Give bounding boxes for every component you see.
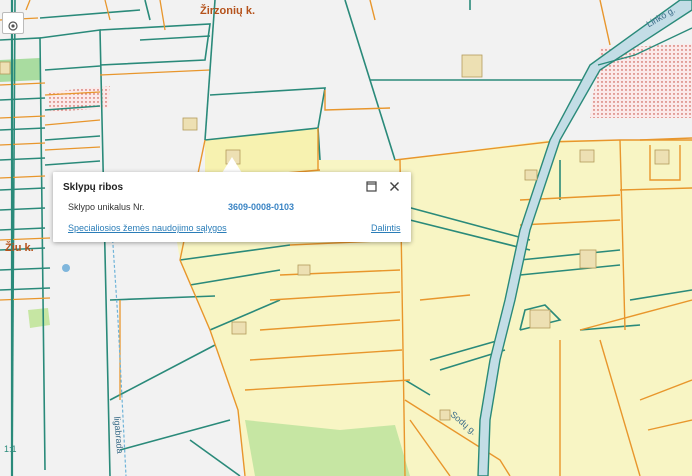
close-icon[interactable]: [387, 179, 401, 193]
locate-icon: [8, 18, 18, 31]
street-label-top: Žirzonių k.: [200, 5, 255, 17]
parcel-info-popup: Sklypų ribos Sklypo unikalus Nr. 3609-00…: [53, 172, 411, 242]
parcel-id-label: Sklypo unikalus Nr.: [68, 202, 145, 212]
green-dot-left: [28, 308, 50, 328]
special-conditions-link[interactable]: Specialiosios žemės naudojimo sąlygos: [68, 223, 227, 233]
corner-scale-tag: 1:1: [4, 444, 17, 454]
popup-pointer: [222, 157, 242, 173]
locate-button[interactable]: [2, 12, 24, 34]
popup-title: Sklypų ribos: [63, 182, 124, 193]
parcel-id-value[interactable]: 3609-0008-0103: [228, 202, 294, 212]
maximize-icon[interactable]: [364, 179, 378, 193]
share-link[interactable]: Dalintis: [371, 223, 401, 233]
village-label-left: Žiu k.: [5, 242, 34, 254]
